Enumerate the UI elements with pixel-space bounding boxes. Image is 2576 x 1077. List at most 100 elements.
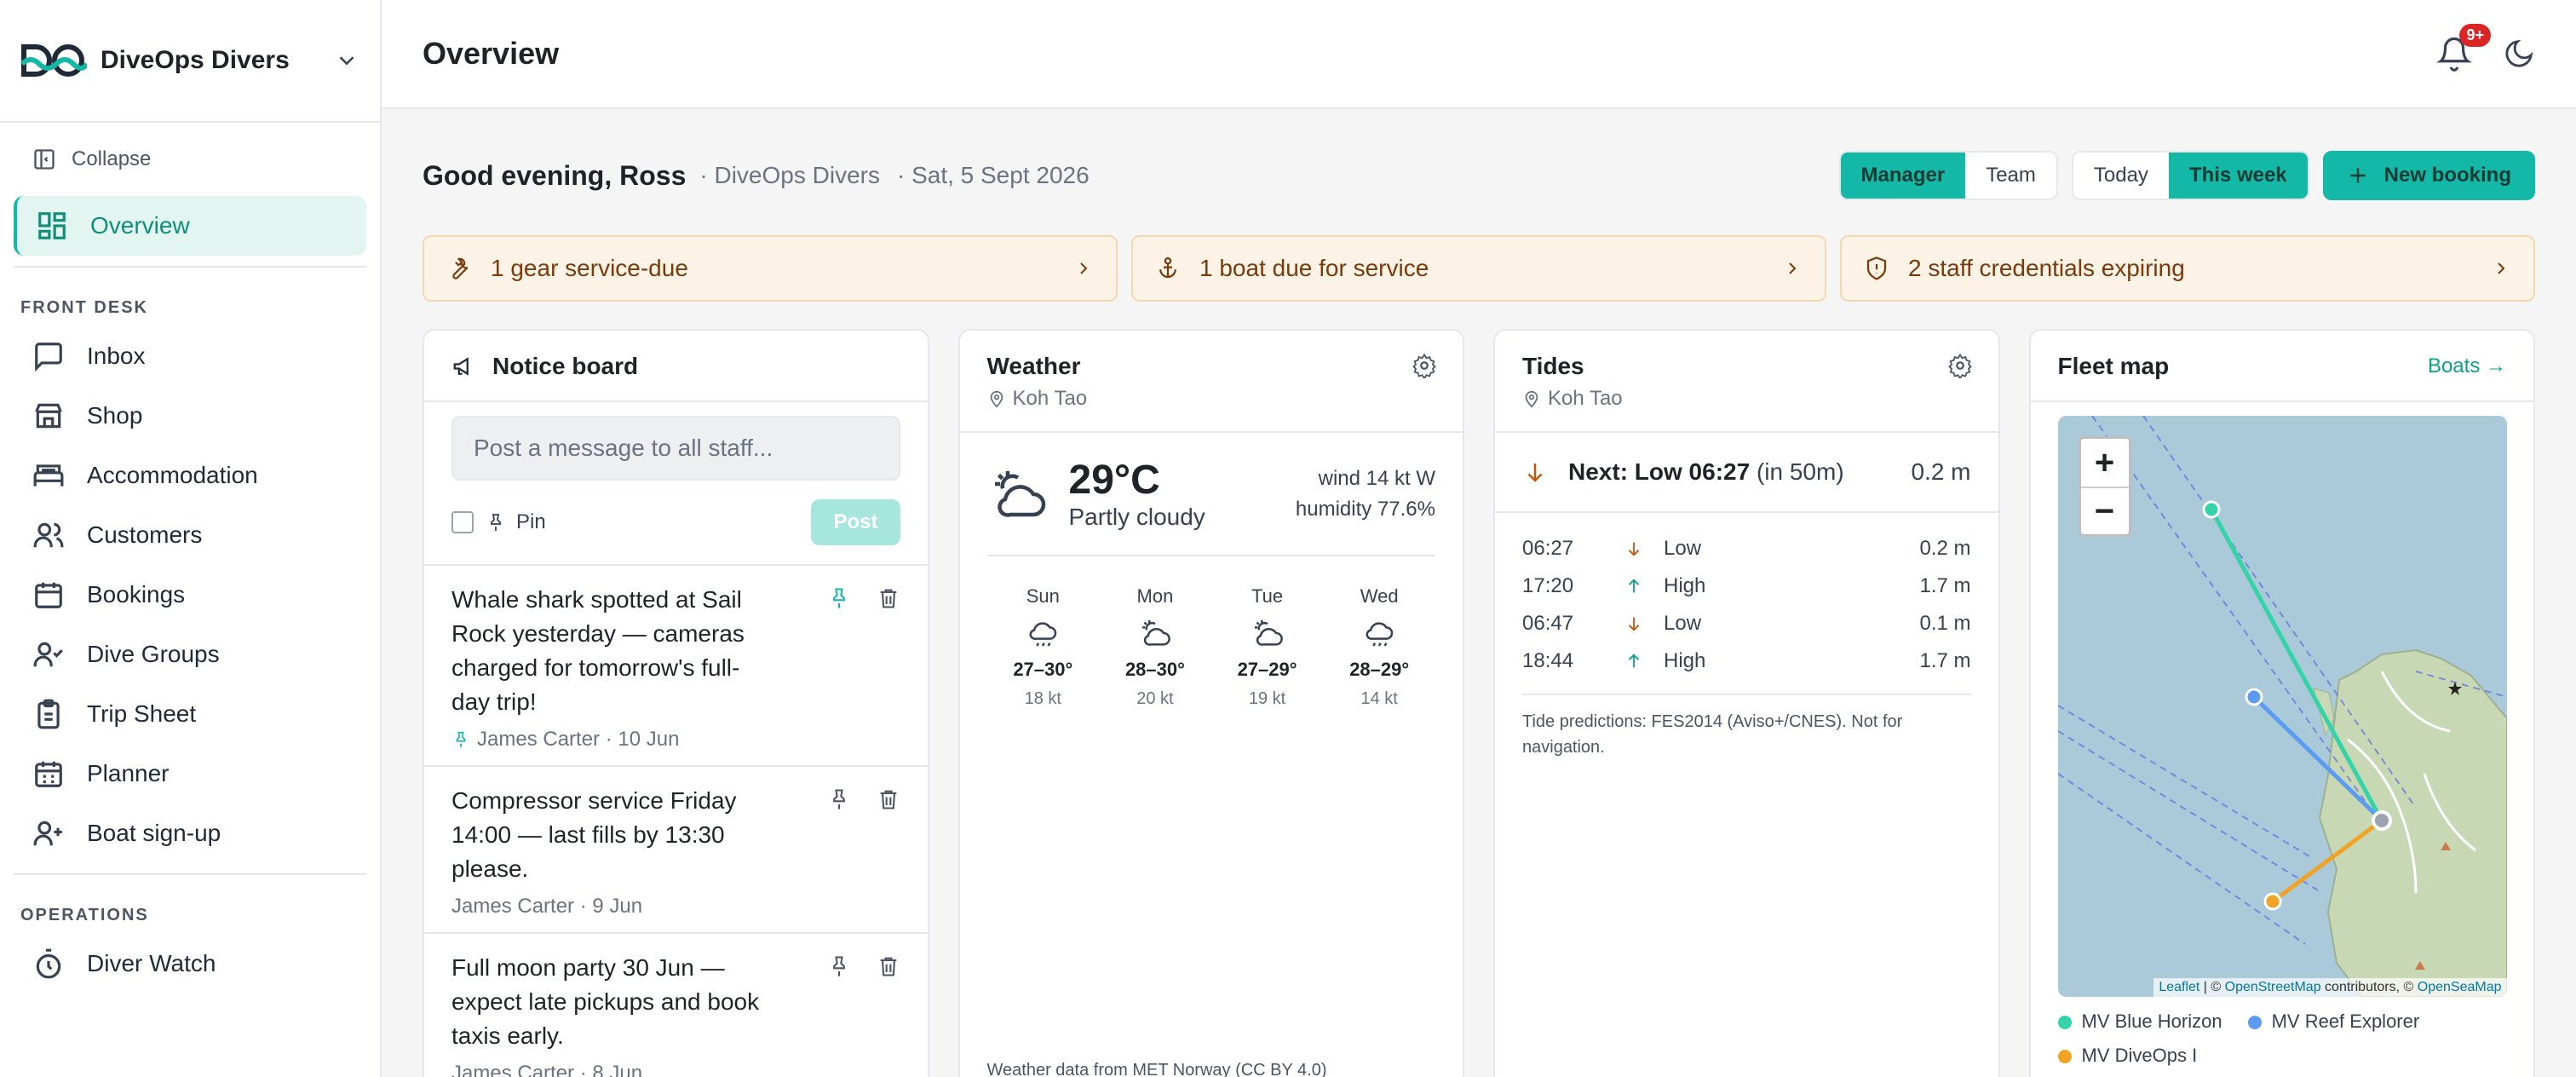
boats-link[interactable]: Boats → [2428, 354, 2506, 378]
role-team-button[interactable]: Team [1965, 153, 2056, 199]
openseamap-link[interactable]: OpenSeaMap [2418, 980, 2502, 994]
notice-meta: James Carter · 10 Jun [451, 728, 900, 752]
gear-icon[interactable] [1412, 353, 1437, 378]
collapse-label: Collapse [72, 147, 152, 170]
range-today-button[interactable]: Today [2073, 153, 2169, 199]
location-label: Koh Tao [1012, 387, 1088, 410]
sidebar-item-label: Boat sign-up [87, 820, 221, 846]
sidebar-item-diver-watch[interactable]: Diver Watch [14, 934, 366, 993]
notifications-button[interactable]: 9+ [2436, 24, 2491, 72]
post-button[interactable]: Post [811, 499, 900, 545]
forecast-day: Tue 27–29° 19 kt [1211, 585, 1324, 709]
sidebar-item-shop[interactable]: Shop [14, 386, 366, 446]
clipboard-icon [37, 699, 60, 729]
range-week-button[interactable]: This week [2168, 153, 2308, 199]
pin-checkbox[interactable] [451, 511, 474, 533]
alert-gear-service[interactable]: 1 gear service-due [423, 235, 1118, 302]
sidebar: DiveOps Divers Collapse Overview FRONT D… [0, 0, 382, 1077]
role-toggle: Manager Team [1838, 151, 2058, 200]
pin-icon[interactable] [827, 586, 851, 610]
sidebar-section-title: OPERATIONS [20, 906, 149, 924]
sidebar-item-label: Planner [87, 760, 170, 786]
pin-icon[interactable] [827, 954, 851, 978]
notice-board-card: Notice board Post a message to all staff… [423, 329, 929, 1077]
sidebar-item-overview[interactable]: Overview [14, 196, 366, 256]
sidebar-item-customers[interactable]: Customers [14, 505, 366, 565]
location-label: Koh Tao [1548, 387, 1623, 410]
tide-row: 06:47 Low 0.1 m [1495, 605, 1998, 642]
new-booking-button[interactable]: New booking [2322, 151, 2535, 200]
brand-switcher[interactable]: DiveOps Divers [0, 0, 380, 123]
forecast-day-name: Sun [1026, 585, 1060, 607]
tides-card: Tides Koh Tao Next: Low 06:27 (in 50m) 0… [1493, 329, 2000, 1077]
weather-location: Koh Tao [987, 387, 1436, 411]
zoom-out-button[interactable]: − [2080, 487, 2129, 534]
notice-item: Whale shark spotted at Sail Rock yesterd… [424, 564, 928, 765]
range-toggle: Today This week [2071, 151, 2309, 200]
tide-time: 18:44 [1522, 649, 1574, 672]
sidebar-item-boat-signup[interactable]: Boat sign-up [14, 803, 366, 863]
stopwatch-icon [36, 948, 61, 979]
notice-meta: James Carter · 8 Jun [451, 1062, 900, 1077]
post-options: Pin Post [451, 499, 900, 545]
alert-credentials[interactable]: 2 staff credentials expiring [1840, 235, 2535, 302]
forecast-wind: 19 kt [1248, 689, 1286, 708]
role-manager-button[interactable]: Manager [1840, 153, 1966, 199]
header-controls: Manager Team Today This week New booking [1838, 151, 2535, 200]
greeting: Good evening, Ross [423, 159, 687, 191]
forecast-wind: 14 kt [1360, 689, 1398, 708]
sidebar-item-planner[interactable]: Planner [14, 744, 366, 803]
notice-text: Compressor service Friday 14:00 — last f… [451, 787, 737, 882]
tide-time: 06:27 [1522, 537, 1574, 560]
notice-text: Whale shark spotted at Sail Rock yesterd… [451, 586, 745, 715]
bed-icon [33, 464, 64, 487]
next-tide-label: Next: Low 06:27 (in 50m) [1568, 458, 1844, 486]
sidebar-item-accommodation[interactable]: Accommodation [14, 446, 366, 505]
tide-type: High [1664, 574, 1706, 597]
map-pin-icon [990, 390, 1003, 408]
tide-time: 06:47 [1522, 612, 1574, 635]
notice-item: Full moon party 30 Jun — expect late pic… [424, 932, 928, 1077]
alert-boat-service[interactable]: 1 boat due for service [1131, 235, 1826, 302]
sidebar-item-inbox[interactable]: Inbox [14, 326, 366, 386]
sidebar-item-label: Bookings [87, 581, 186, 608]
collapse-button[interactable]: Collapse [0, 123, 380, 196]
notice-title: Notice board [492, 353, 639, 379]
sidebar-item-bookings[interactable]: Bookings [14, 565, 366, 625]
arrow-up-icon [1628, 654, 1640, 668]
legend-label: MV DiveOps I [2081, 1045, 2198, 1066]
sidebar-item-trip-sheet[interactable]: Trip Sheet [14, 684, 366, 744]
forecast: Sun 27–30° 18 kt Mon 28–30° 20 kt Tue 27… [986, 555, 1435, 709]
wrench-icon [452, 257, 469, 279]
trash-icon[interactable] [877, 787, 900, 811]
legend-item: MV DiveOps I [2057, 1045, 2198, 1067]
notification-badge: 9+ [2459, 24, 2491, 47]
gear-icon[interactable] [1947, 353, 1973, 378]
chevron-right-icon [2498, 262, 2505, 274]
zoom-in-button[interactable]: + [2081, 439, 2129, 487]
legend-item: MV Blue Horizon [2057, 1011, 2222, 1033]
attribution-contrib: contributors, © [2320, 980, 2418, 994]
moon-icon[interactable] [2503, 37, 2535, 70]
dashboard-cards: Notice board Post a message to all staff… [423, 329, 2535, 1077]
next-tide: Next: Low 06:27 (in 50m) 0.2 m [1495, 433, 1998, 513]
sidebar-item-dive-groups[interactable]: Dive Groups [14, 625, 366, 684]
chevron-down-icon[interactable] [334, 48, 359, 73]
trash-icon[interactable] [877, 954, 900, 978]
anchor-icon [1159, 257, 1176, 279]
next-tide-height: 0.2 m [1911, 458, 1971, 485]
fleet-map-card: Fleet map Boats → + − Leaflet | © OpenSt… [2028, 329, 2535, 1077]
leaflet-link[interactable]: Leaflet [2159, 980, 2199, 994]
forecast-wind: 20 kt [1136, 689, 1174, 708]
alert-label: 2 staff credentials expiring [1908, 255, 2185, 281]
osm-link[interactable]: OpenStreetMap [2225, 980, 2321, 994]
forecast-day: Wed 28–29° 14 kt [1323, 585, 1435, 709]
alert-label: 1 boat due for service [1199, 255, 1429, 281]
trash-icon[interactable] [877, 586, 900, 610]
pin-icon[interactable] [827, 787, 851, 811]
sidebar-item-label: Accommodation [87, 462, 258, 488]
notice-input[interactable]: Post a message to all staff... [451, 416, 900, 481]
pin-icon [491, 514, 501, 531]
fleet-map[interactable]: + − Leaflet | © OpenStreetMap contributo… [2057, 416, 2507, 997]
map-pin-icon [1525, 390, 1538, 408]
